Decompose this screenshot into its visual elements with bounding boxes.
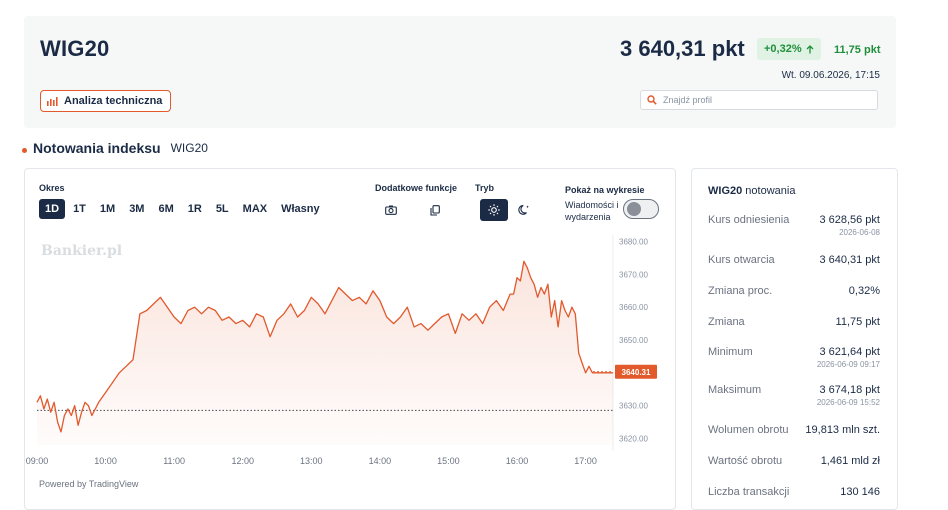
stat-value: 1,461 mld zł bbox=[820, 455, 880, 467]
news-events-toggle[interactable] bbox=[623, 199, 659, 219]
stat-label: Kurs odniesienia bbox=[708, 214, 790, 226]
arrow-up-icon bbox=[806, 44, 814, 53]
y-tick-label: 3650.00 bbox=[619, 336, 648, 345]
period-button-5l[interactable]: 5L bbox=[210, 199, 235, 219]
change-percent: +0,32% bbox=[764, 43, 802, 55]
change-percent-badge: +0,32% bbox=[757, 38, 821, 60]
bar-chart-icon bbox=[47, 96, 58, 106]
mode-label: Tryb bbox=[475, 183, 495, 193]
stat-date: 2026-06-08 bbox=[839, 228, 880, 237]
quote-stats-panel: WIG20 notowania Kurs odniesienia 3 628,56… bbox=[691, 168, 898, 510]
technical-analysis-button[interactable]: Analiza techniczna bbox=[40, 90, 172, 112]
period-button-6m[interactable]: 6M bbox=[152, 199, 179, 219]
stat-value: 19,813 mln szt. bbox=[805, 424, 880, 436]
x-tick-label: 15:00 bbox=[437, 456, 460, 466]
technical-analysis-label: Analiza techniczna bbox=[64, 95, 163, 107]
period-button-1t[interactable]: 1T bbox=[67, 199, 92, 219]
moon-icon bbox=[518, 205, 529, 215]
show-on-chart-label: Pokaż na wykresie bbox=[565, 185, 645, 195]
period-button-1r[interactable]: 1R bbox=[182, 199, 208, 219]
last-price-label: 3640.31 bbox=[622, 368, 651, 377]
price-area bbox=[37, 261, 613, 445]
screenshot-button[interactable] bbox=[377, 199, 405, 221]
x-tick-label: 16:00 bbox=[506, 456, 529, 466]
toggle-knob bbox=[627, 202, 641, 216]
chart-watermark: Bankier.pl bbox=[41, 243, 122, 259]
y-tick-label: 3630.00 bbox=[619, 402, 648, 411]
stat-value: 11,75 pkt bbox=[835, 316, 880, 328]
x-tick-label: 12:00 bbox=[231, 456, 254, 466]
section-subtitle: WIG20 bbox=[170, 141, 208, 155]
copy-button[interactable] bbox=[421, 199, 449, 221]
copy-icon bbox=[430, 204, 440, 216]
chart-panel: Okres 1D 1T 1M 3M 6M 1R 5L MAX Własny Dodatkowe … bbox=[24, 168, 676, 510]
stats-title-ticker: WIG20 bbox=[708, 185, 743, 197]
x-tick-label: 09:00 bbox=[26, 456, 49, 466]
stat-date: 2026-06-09 15:52 bbox=[816, 398, 880, 407]
stat-label: Kurs otwarcia bbox=[708, 254, 775, 266]
change-absolute: 11,75 pkt bbox=[834, 44, 881, 56]
x-tick-label: 17:00 bbox=[574, 456, 597, 466]
y-tick-label: 3660.00 bbox=[619, 303, 648, 312]
period-button-1d[interactable]: 1D bbox=[39, 199, 66, 219]
stat-label: Minimum bbox=[708, 346, 753, 358]
tradingview-credit[interactable]: Powered by TradingView bbox=[39, 479, 138, 489]
ticker-title: WIG20 bbox=[40, 36, 110, 61]
current-price: 3 640,31 pkt bbox=[620, 36, 745, 61]
stat-value: 130 146 bbox=[840, 486, 880, 498]
profile-search-input[interactable] bbox=[661, 94, 865, 106]
price-chart[interactable]: Bankier.pl3620.003630.003640.003650.0036… bbox=[25, 229, 675, 469]
period-selector: 1D 1T 1M 3M 6M 1R 5L MAX Własny bbox=[39, 199, 326, 219]
bullet-dot bbox=[22, 147, 27, 153]
period-button-1m[interactable]: 1M bbox=[94, 199, 121, 219]
stat-label: Maksimum bbox=[708, 384, 762, 396]
period-label: Okres bbox=[39, 183, 65, 193]
stat-value: 3 674,18 pkt bbox=[819, 384, 880, 396]
y-tick-label: 3620.00 bbox=[619, 434, 648, 443]
x-tick-label: 11:00 bbox=[163, 456, 185, 466]
extra-functions-label: Dodatkowe funkcje bbox=[375, 183, 458, 193]
dark-mode-button[interactable] bbox=[510, 199, 538, 221]
search-icon bbox=[647, 95, 657, 105]
section-title: Notowania indeksu bbox=[33, 140, 161, 156]
x-tick-label: 14:00 bbox=[369, 456, 392, 466]
period-button-własny[interactable]: Własny bbox=[275, 199, 326, 219]
period-button-max[interactable]: MAX bbox=[237, 199, 273, 219]
section-heading: Notowania indeksu WIG20 bbox=[22, 140, 208, 156]
stats-title: WIG20 notowania bbox=[708, 185, 795, 197]
quote-timestamp: Wt. 09.06.2026, 17:15 bbox=[781, 70, 880, 81]
light-mode-button[interactable] bbox=[480, 199, 508, 221]
x-tick-label: 13:00 bbox=[300, 456, 323, 466]
y-tick-label: 3670.00 bbox=[619, 270, 648, 279]
camera-icon bbox=[385, 205, 397, 215]
period-button-3m[interactable]: 3M bbox=[123, 199, 150, 219]
x-tick-label: 10:00 bbox=[94, 456, 117, 466]
stat-value: 3 621,64 pkt bbox=[819, 346, 880, 358]
y-tick-label: 3680.00 bbox=[619, 238, 648, 247]
stat-label: Wartość obrotu bbox=[708, 455, 783, 467]
stat-label: Liczba transakcji bbox=[708, 486, 790, 498]
stat-label: Wolumen obrotu bbox=[708, 424, 789, 436]
stat-value: 3 628,56 pkt bbox=[819, 214, 880, 226]
stat-value: 3 640,31 pkt bbox=[819, 254, 880, 266]
news-events-label: Wiadomości i wydarzenia bbox=[565, 200, 619, 222]
stat-value: 0,32% bbox=[848, 285, 880, 297]
stat-label: Zmiana proc. bbox=[708, 285, 773, 297]
profile-search[interactable] bbox=[640, 90, 878, 110]
stats-title-text: notowania bbox=[745, 185, 796, 197]
stat-label: Zmiana bbox=[708, 316, 745, 328]
stat-date: 2026-06-09 09:17 bbox=[816, 360, 880, 369]
instrument-header: WIG20 Analiza techniczna 3 640,31 pkt +0… bbox=[24, 16, 896, 128]
sun-icon bbox=[488, 204, 500, 216]
